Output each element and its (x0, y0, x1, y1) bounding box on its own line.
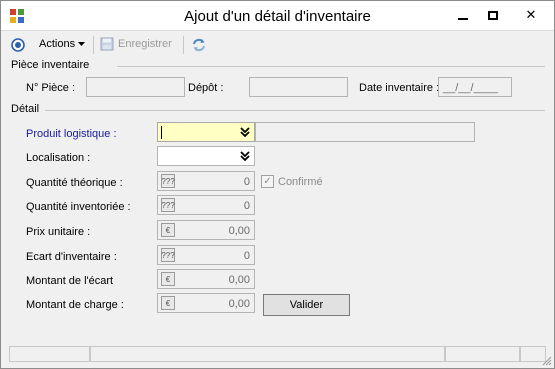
prix-unitaire-field: € 0,00 (157, 220, 255, 240)
status-cell (9, 346, 90, 362)
radio-target-icon[interactable] (11, 38, 25, 52)
status-cell (90, 346, 445, 362)
euro-icon: € (161, 272, 175, 286)
status-bar (1, 343, 554, 368)
actions-menu-label: Actions (39, 38, 76, 50)
euro-icon: € (161, 223, 175, 237)
actions-menu-button[interactable]: Actions (39, 38, 86, 50)
euro-icon: € (161, 296, 175, 310)
montant-charge-label: Montant de charge : (26, 299, 124, 311)
close-icon: ✕ (525, 7, 537, 22)
toolbar: Actions Enregistrer (1, 32, 554, 58)
date-inventaire-field: __/__/____ (438, 77, 512, 97)
save-button-label: Enregistrer (118, 38, 172, 50)
quantite-theorique-label: Quantité théorique : (26, 177, 123, 189)
montant-ecart-label: Montant de l'écart (26, 275, 114, 287)
quantite-theorique-field: ??? 0 (157, 171, 255, 191)
toolbar-separator (93, 36, 94, 54)
ecart-inventaire-label: Ecart d'inventaire : (26, 251, 117, 263)
prix-unitaire-label: Prix unitaire : (26, 226, 91, 238)
title-bar: Ajout d'un détail d'inventaire ✕ (1, 1, 554, 31)
section-divider (117, 66, 545, 67)
montant-ecart-field: € 0,00 (157, 269, 255, 289)
status-cell (445, 346, 520, 362)
chevron-down-icon (78, 41, 86, 46)
close-button[interactable]: ✕ (509, 2, 553, 28)
checkmark-icon: ✓ (261, 175, 274, 188)
confirme-checkbox[interactable]: ✓ Confirmé (261, 175, 323, 188)
maximize-button[interactable] (477, 2, 509, 28)
section-divider (45, 110, 545, 111)
section-title-piece: Pièce inventaire (11, 59, 90, 71)
quantity-icon: ??? (161, 198, 175, 212)
localisation-label: Localisation : (26, 152, 91, 164)
section-title-detail: Détail (11, 103, 40, 115)
inventory-detail-window: Ajout d'un détail d'inventaire ✕ Actions (0, 0, 555, 369)
resize-grip-icon[interactable] (542, 356, 552, 366)
num-piece-field (86, 77, 185, 97)
quantite-inventoriee-field: ??? 0 (157, 195, 255, 215)
minimize-icon (458, 18, 468, 20)
double-chevron-down-icon[interactable] (238, 125, 252, 139)
ecart-inventaire-field: ??? 0 (157, 245, 255, 265)
refresh-icon[interactable] (191, 37, 207, 53)
quantity-icon: ??? (161, 248, 175, 262)
valider-button[interactable]: Valider (263, 294, 350, 316)
quantity-icon: ??? (161, 174, 175, 188)
save-button[interactable]: Enregistrer (100, 37, 172, 51)
save-disk-icon (100, 37, 114, 51)
montant-charge-field: € 0,00 (157, 293, 255, 313)
depot-field (249, 77, 348, 97)
quantite-inventoriee-label: Quantité inventoriée : (26, 201, 131, 213)
localisation-input[interactable] (157, 146, 255, 166)
produit-logistique-input[interactable] (157, 122, 255, 142)
depot-label: Dépôt : (188, 82, 224, 94)
produit-logistique-label: Produit logistique : (26, 128, 117, 140)
double-chevron-down-icon[interactable] (238, 149, 252, 163)
maximize-icon (488, 10, 498, 20)
date-inventaire-label: Date inventaire : (359, 82, 440, 94)
num-piece-label: N° Pièce : (26, 82, 76, 94)
text-caret (161, 126, 162, 139)
toolbar-separator (183, 36, 184, 54)
confirme-label: Confirmé (278, 175, 323, 188)
produit-description-field (255, 122, 475, 142)
minimize-button[interactable] (447, 2, 479, 28)
